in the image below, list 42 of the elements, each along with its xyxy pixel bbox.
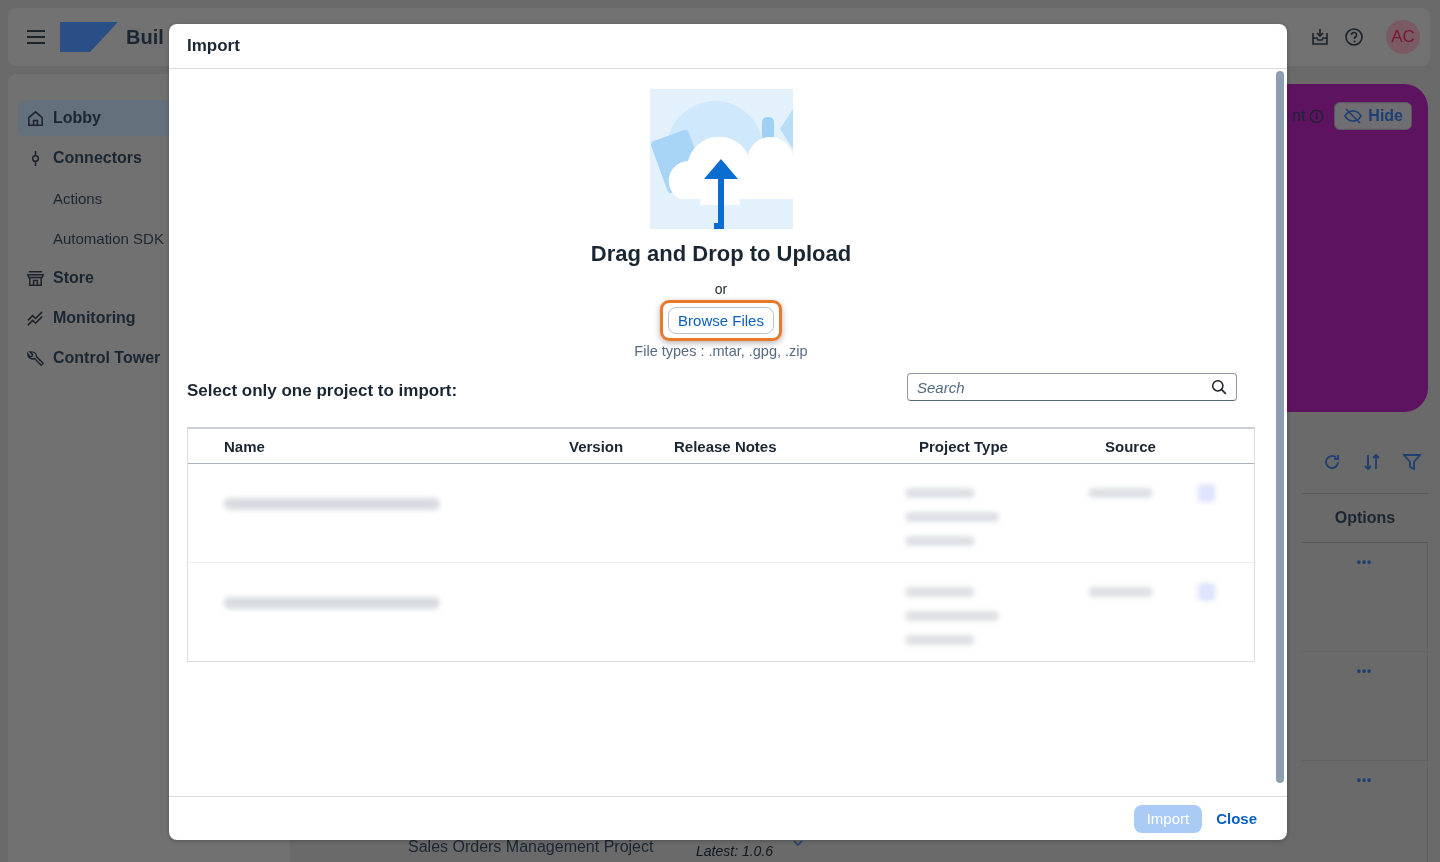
or-text: or (714, 281, 728, 297)
column-header: Version (569, 437, 625, 455)
search-icon[interactable] (1211, 379, 1228, 396)
column-header: Options (1334, 509, 1396, 527)
chart-line-icon (26, 308, 45, 328)
sort-icon[interactable] (1362, 451, 1382, 472)
version-select[interactable]: Latest: 1.0.6 (696, 843, 774, 859)
column-header: Release Notes (674, 437, 778, 455)
select-instruction: Select only one project to import: (187, 381, 458, 401)
menu-icon[interactable] (26, 29, 46, 45)
store-icon (26, 268, 45, 288)
more-options-button[interactable]: ••• (1356, 664, 1373, 678)
dialog-title: Import (187, 36, 240, 56)
nav-item[interactable]: Connectors (18, 140, 290, 176)
app-title: Buil (126, 25, 164, 49)
nav-item[interactable]: Monitoring (18, 300, 290, 336)
close-button[interactable]: Close (1210, 804, 1263, 833)
column-header: Project Type (919, 437, 1009, 455)
caret-icon (793, 840, 803, 846)
column-header: Name (224, 437, 266, 455)
banner-text: nt (1292, 106, 1306, 126)
more-options-button[interactable]: ••• (1356, 773, 1373, 787)
browse-files-button[interactable]: Browse Files (668, 307, 774, 334)
logo-icon (60, 22, 118, 52)
wrench-icon (26, 348, 45, 368)
scrollbar[interactable] (1276, 71, 1284, 783)
help-icon[interactable] (1344, 27, 1364, 47)
nav-item[interactable]: Store (18, 260, 290, 296)
file-types-text: File types : .mtar, .gpg, .zip (634, 343, 808, 359)
nav-item[interactable]: Control Tower (18, 340, 290, 376)
upload-heading: Drag and Drop to Upload (590, 241, 852, 267)
info-icon (1309, 109, 1325, 124)
home-icon (26, 108, 45, 128)
eye-slash-icon (1343, 106, 1364, 126)
filter-icon[interactable] (1402, 451, 1422, 472)
column-header: Source (1105, 437, 1157, 455)
search-field[interactable]: Search (907, 373, 1237, 401)
project-name: Sales Orders Management Project (408, 838, 654, 856)
user-avatar[interactable]: AC (1386, 20, 1420, 54)
hide-button[interactable]: Hide (1334, 102, 1412, 130)
more-options-button[interactable]: ••• (1356, 555, 1373, 569)
inbox-icon[interactable] (1310, 27, 1330, 47)
